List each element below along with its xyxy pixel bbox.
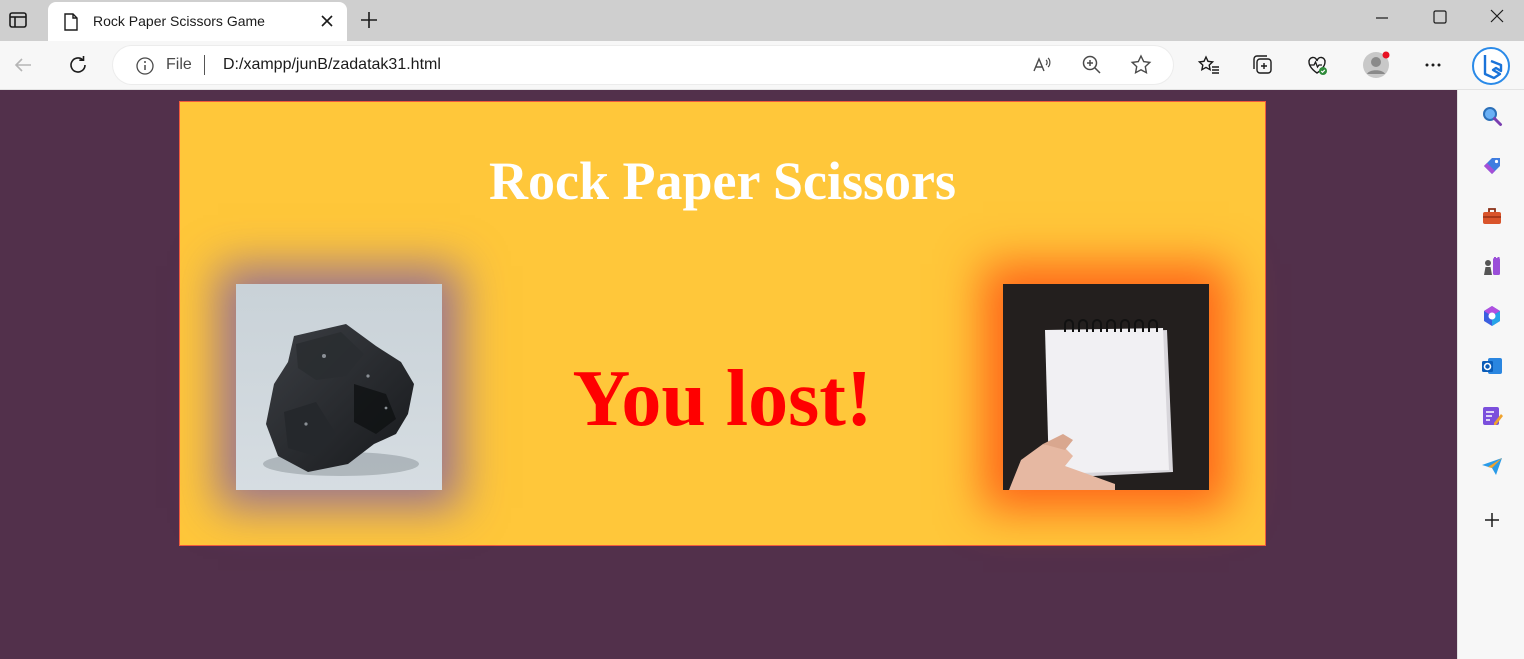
profile-icon[interactable] [1362, 51, 1390, 79]
zoom-icon[interactable] [1080, 53, 1104, 77]
games-icon[interactable] [1480, 254, 1504, 278]
tab-strip: Rock Paper Scissors Game [0, 0, 1524, 41]
minimize-icon[interactable] [1370, 6, 1394, 30]
address-scheme: File [166, 56, 192, 73]
rock-image [236, 284, 442, 490]
new-tab-icon[interactable] [358, 9, 380, 31]
result-message: You lost! [572, 355, 873, 443]
address-bar[interactable]: File D:/xampp/junB/zadatak31.html [113, 46, 1173, 84]
shopping-icon[interactable] [1480, 154, 1504, 178]
tab-actions-icon[interactable] [6, 8, 30, 32]
back-icon[interactable] [11, 53, 35, 77]
tab-title: Rock Paper Scissors Game [93, 13, 265, 29]
outlook-icon[interactable] [1480, 354, 1504, 378]
read-aloud-icon[interactable] [1030, 53, 1054, 77]
microsoft-365-icon[interactable] [1480, 304, 1504, 328]
game-container: Rock Paper Scissors You lost! [179, 101, 1266, 546]
close-icon[interactable] [318, 12, 336, 30]
page-icon [63, 13, 79, 31]
send-icon[interactable] [1480, 454, 1504, 478]
bing-copilot-icon[interactable] [1471, 46, 1511, 86]
browser-toolbar: File D:/xampp/junB/zadatak31.html [0, 41, 1524, 90]
favorite-star-icon[interactable] [1129, 53, 1153, 77]
computer-choice-paper [1003, 284, 1209, 490]
more-icon[interactable] [1421, 53, 1445, 77]
browser-essentials-icon[interactable] [1305, 53, 1329, 77]
add-icon[interactable] [1480, 508, 1504, 532]
page-title: Rock Paper Scissors [489, 151, 956, 211]
favorites-icon[interactable] [1197, 53, 1221, 77]
paper-image [1003, 284, 1209, 490]
designer-icon[interactable] [1480, 404, 1504, 428]
search-icon[interactable] [1480, 104, 1504, 128]
refresh-icon[interactable] [66, 53, 90, 77]
close-window-icon[interactable] [1485, 6, 1509, 30]
browser-tab[interactable]: Rock Paper Scissors Game [48, 2, 347, 41]
address-url[interactable]: D:/xampp/junB/zadatak31.html [223, 56, 441, 74]
maximize-icon[interactable] [1427, 6, 1451, 30]
collections-icon[interactable] [1251, 53, 1275, 77]
info-icon[interactable] [135, 56, 155, 76]
edge-sidebar [1457, 90, 1524, 659]
address-divider [204, 55, 205, 75]
player-choice-rock[interactable] [236, 284, 442, 490]
tools-icon[interactable] [1480, 204, 1504, 228]
